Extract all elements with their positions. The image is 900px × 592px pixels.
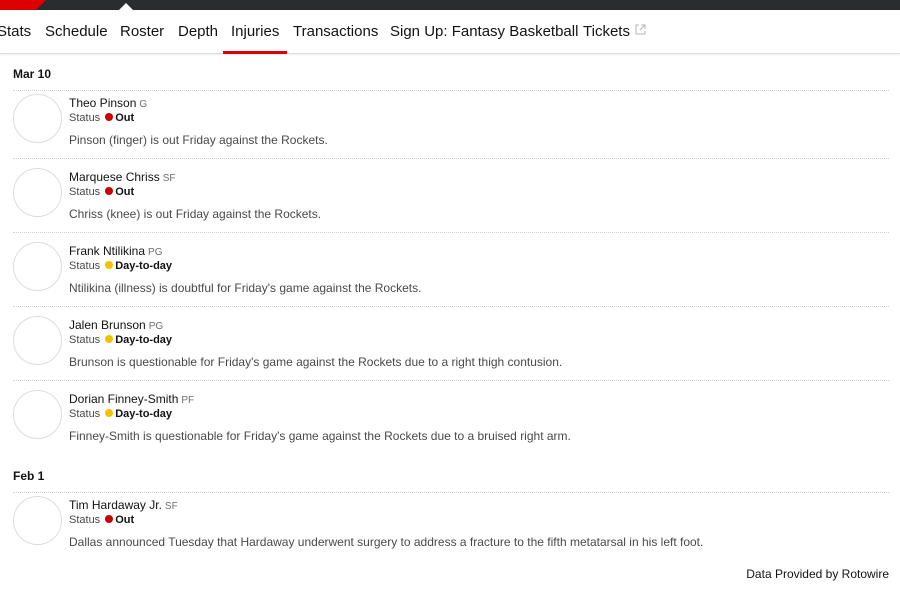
tab-roster[interactable]: Roster <box>120 10 164 54</box>
group-date: Feb 1 <box>13 469 45 483</box>
player-status: Status Day-to-day <box>69 334 172 346</box>
injury-row: Dorian Finney-Smith PF Status Day-to-day F… <box>13 386 889 460</box>
player-position: PF <box>181 395 195 406</box>
brand-stripe <box>0 0 46 10</box>
player-status: Status Out <box>69 112 134 124</box>
group-date: Mar 10 <box>13 67 52 81</box>
injuries-card: Mar 10 Theo Pinson G Status Out Pinson (fi… <box>0 55 900 592</box>
player-position: PG <box>148 247 163 258</box>
active-menu-indicator <box>119 3 133 10</box>
status-label: Status <box>69 334 101 346</box>
player-position: SF <box>162 173 176 184</box>
player-status: Status Out <box>69 186 134 198</box>
injury-row: Frank Ntilikina PG Status Day-to-day Ntili… <box>13 238 889 312</box>
status-out-dot-icon <box>105 187 114 195</box>
tab-injuries[interactable]: Injuries <box>223 10 288 54</box>
tab-stats[interactable]: Stats <box>0 10 31 54</box>
data-provider-credit: Data Provided by Rotowire <box>746 567 889 581</box>
player-name[interactable]: Tim Hardaway Jr. SF <box>69 498 178 512</box>
status-value: Out <box>115 186 135 198</box>
external-link-icon <box>635 9 646 53</box>
divider <box>13 306 889 307</box>
injury-description: Chriss (knee) is out Friday against the … <box>69 207 322 221</box>
player-status: Status Out <box>69 514 134 526</box>
tab-label: Roster <box>120 23 165 40</box>
injury-row: Theo Pinson G Status Out Pinson (finger) i… <box>13 90 889 164</box>
tab-label: Transactions <box>293 23 379 40</box>
player-name[interactable]: Jalen Brunson PG <box>69 318 163 332</box>
injury-description: Dallas announced Tuesday that Hardaway u… <box>69 535 704 549</box>
divider <box>13 232 889 233</box>
divider <box>13 380 889 381</box>
status-value: Day-to-day <box>115 260 173 272</box>
tab-tickets[interactable]: Tickets <box>583 10 646 54</box>
status-value: Day-to-day <box>115 334 173 346</box>
status-out-dot-icon <box>105 515 114 523</box>
player-avatar[interactable] <box>13 390 62 439</box>
player-name-text[interactable]: Dorian Finney-Smith <box>69 392 178 406</box>
status-label: Status <box>69 408 101 420</box>
player-name-text[interactable]: Theo Pinson <box>69 96 136 110</box>
status-day-to-day-dot-icon <box>105 335 114 343</box>
player-avatar[interactable] <box>13 94 62 143</box>
injury-description: Finney-Smith is questionable for Friday'… <box>69 429 571 443</box>
tab-label: Sign Up: Fantasy Basketball <box>390 23 579 40</box>
divider <box>13 158 889 159</box>
tab-label: Tickets <box>583 23 630 40</box>
tab-label: Injuries <box>231 23 280 40</box>
player-position: G <box>139 99 148 110</box>
player-name-text[interactable]: Marquese Chriss <box>69 170 160 184</box>
tab-label: Stats <box>0 23 32 40</box>
status-label: Status <box>69 514 101 526</box>
player-name[interactable]: Theo Pinson G <box>69 96 147 110</box>
injury-description: Pinson (finger) is out Friday against th… <box>69 133 328 147</box>
player-name[interactable]: Marquese Chriss SF <box>69 170 175 184</box>
tab-fantasy-basketball-signup[interactable]: Sign Up: Fantasy Basketball <box>390 10 578 54</box>
tab-transactions[interactable]: Transactions <box>293 10 378 54</box>
status-value: Out <box>115 514 135 526</box>
injury-description: Ntilikina (illness) is doubtful for Frid… <box>69 281 422 295</box>
injury-row: Tim Hardaway Jr. SF Status Out Dallas anno… <box>13 492 889 566</box>
injury-row: Marquese Chriss SF Status Out Chriss (knee… <box>13 164 889 238</box>
player-name[interactable]: Dorian Finney-Smith PF <box>69 392 194 406</box>
player-status: Status Day-to-day <box>69 260 172 272</box>
tab-label: Depth <box>178 23 219 40</box>
player-name-text[interactable]: Jalen Brunson <box>69 318 146 332</box>
tab-schedule[interactable]: Schedule <box>45 10 108 54</box>
status-value: Out <box>115 112 135 124</box>
player-avatar[interactable] <box>13 316 62 365</box>
status-day-to-day-dot-icon <box>105 409 114 417</box>
player-position: PG <box>148 321 164 332</box>
injury-row: Jalen Brunson PG Status Day-to-day Brunson… <box>13 312 889 386</box>
status-day-to-day-dot-icon <box>105 261 114 269</box>
player-avatar[interactable] <box>13 168 62 217</box>
status-value: Day-to-day <box>115 408 173 420</box>
injury-description: Brunson is questionable for Friday's gam… <box>69 355 563 369</box>
team-nav: Stats Schedule Roster Depth Injuries Tra… <box>0 10 900 54</box>
player-avatar[interactable] <box>13 496 62 545</box>
status-label: Status <box>69 112 101 124</box>
tab-label: Schedule <box>45 23 108 40</box>
player-name-text[interactable]: Tim Hardaway Jr. <box>69 498 162 512</box>
player-status: Status Day-to-day <box>69 408 172 420</box>
status-label: Status <box>69 260 101 272</box>
player-name-text[interactable]: Frank Ntilikina <box>69 244 145 258</box>
top-bar <box>0 0 900 10</box>
tab-depth[interactable]: Depth <box>178 10 218 54</box>
status-out-dot-icon <box>105 113 114 121</box>
player-avatar[interactable] <box>13 242 62 291</box>
player-position: SF <box>164 501 178 512</box>
player-name[interactable]: Frank Ntilikina PG <box>69 244 162 258</box>
status-label: Status <box>69 186 101 198</box>
